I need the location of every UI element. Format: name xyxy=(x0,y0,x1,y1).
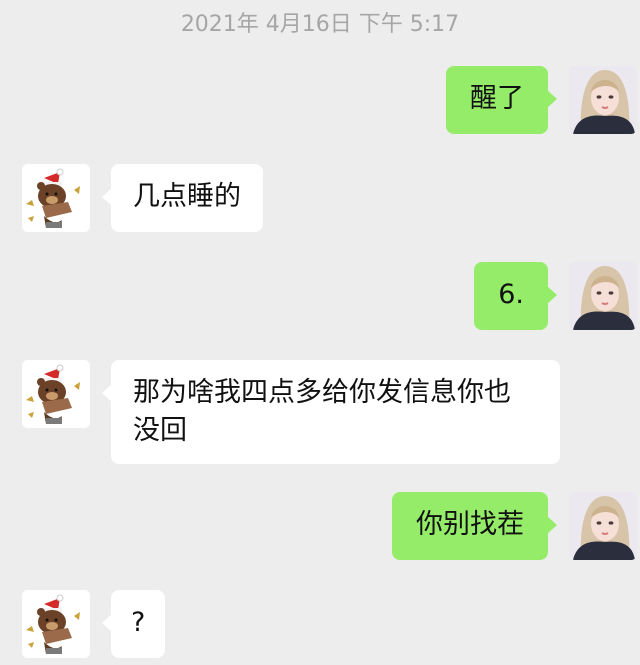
girl-avatar-icon xyxy=(569,262,637,330)
message-text: 你别找茬 xyxy=(416,509,524,540)
message-row-incoming: 几点睡的 xyxy=(0,164,640,234)
girl-avatar[interactable] xyxy=(569,66,637,134)
bear-avatar[interactable] xyxy=(22,164,90,232)
message-row-incoming: ? xyxy=(0,590,640,665)
brown-bear-santa-hat-icon xyxy=(22,164,90,232)
message-text: ? xyxy=(131,607,146,638)
message-bubble-incoming[interactable]: 几点睡的 xyxy=(102,164,263,232)
message-bubble-incoming[interactable]: ? xyxy=(102,590,166,658)
message-bubble-outgoing[interactable]: 醒了 xyxy=(446,66,557,134)
bubble-tail xyxy=(102,384,112,402)
bubble-tail xyxy=(547,90,557,108)
message-row-outgoing: 6. xyxy=(0,262,640,332)
message-text: 6. xyxy=(498,279,524,310)
message-text: 醒了 xyxy=(470,83,524,114)
bubble-tail xyxy=(547,516,557,534)
message-text-line: 那为啥我四点多给你发信息你也 xyxy=(133,377,511,408)
bubble-tail xyxy=(102,614,112,632)
message-row-outgoing: 醒了 xyxy=(0,66,640,136)
brown-bear-santa-hat-icon xyxy=(22,360,90,428)
message-bubble-outgoing[interactable]: 6. xyxy=(474,262,557,330)
bear-avatar[interactable] xyxy=(22,360,90,428)
message-bubble-outgoing[interactable]: 你别找茬 xyxy=(392,492,557,560)
girl-avatar[interactable] xyxy=(569,262,637,330)
message-text-line: 没回 xyxy=(133,415,187,446)
girl-avatar-icon xyxy=(569,492,637,560)
girl-avatar-icon xyxy=(569,66,637,134)
brown-bear-santa-hat-icon xyxy=(22,590,90,658)
message-bubble-incoming[interactable]: 那为啥我四点多给你发信息你也 没回 xyxy=(102,360,560,464)
message-row-incoming: 那为啥我四点多给你发信息你也 没回 xyxy=(0,360,640,464)
girl-avatar[interactable] xyxy=(569,492,637,560)
bubble-tail xyxy=(102,188,112,206)
chat-timestamp: 2021年 4月16日 下午 5:17 xyxy=(180,12,460,37)
message-row-outgoing: 你别找茬 xyxy=(0,492,640,562)
bubble-tail xyxy=(547,286,557,304)
message-text: 几点睡的 xyxy=(133,181,241,212)
bear-avatar[interactable] xyxy=(22,590,90,658)
